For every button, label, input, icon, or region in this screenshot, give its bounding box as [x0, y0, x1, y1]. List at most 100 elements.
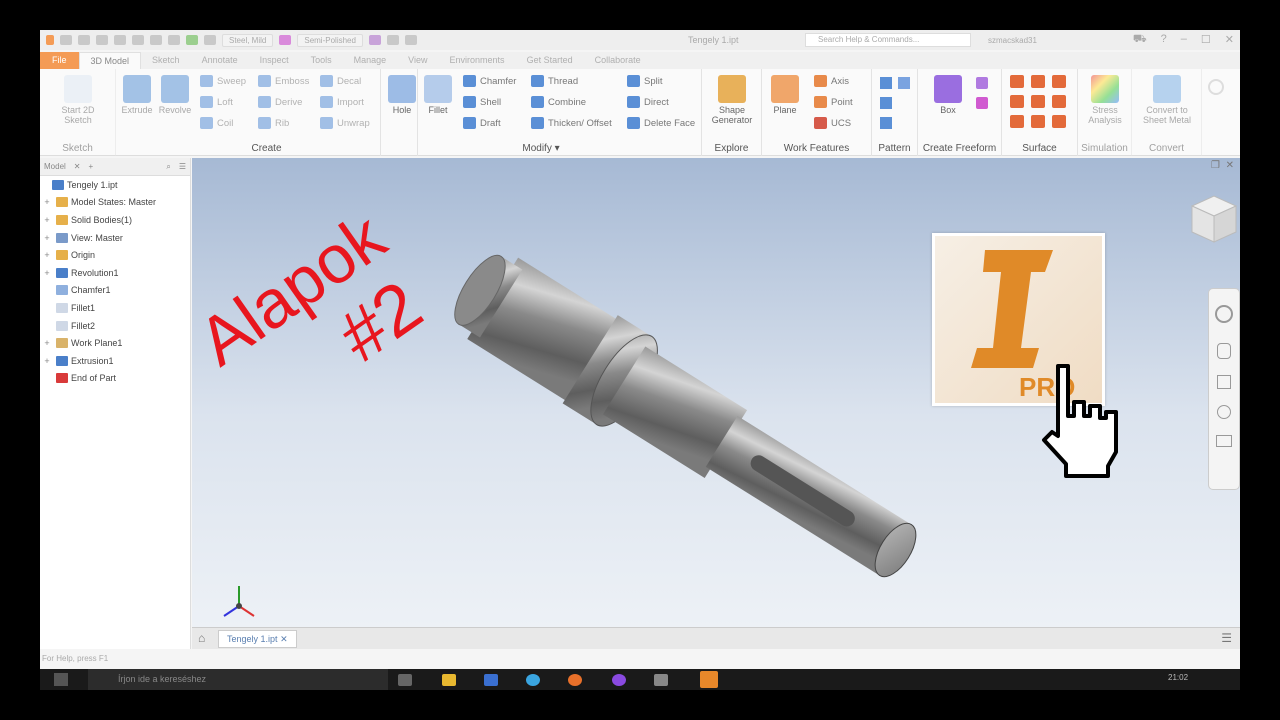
properties-icon[interactable]	[204, 35, 216, 45]
tab-collaborate[interactable]: Collaborate	[584, 52, 652, 69]
tab-sketch[interactable]: Sketch	[141, 52, 191, 69]
browser-node[interactable]: + Origin	[40, 246, 190, 264]
expand-icon[interactable]: +	[42, 197, 52, 207]
replace-face-icon[interactable]	[1031, 115, 1045, 128]
shape-generator-button[interactable]: Shape Generator	[706, 75, 758, 125]
firefox-icon[interactable]	[568, 674, 582, 686]
new-icon[interactable]	[60, 35, 72, 45]
tab-get-started[interactable]: Get Started	[516, 52, 584, 69]
expand-icon[interactable]: +	[42, 215, 52, 225]
plane-button[interactable]: Plane	[766, 75, 804, 115]
browser-node[interactable]: Chamfer1	[40, 282, 190, 300]
start-2d-sketch-button[interactable]: Start 2D Sketch	[50, 75, 106, 125]
tab-environments[interactable]: Environments	[439, 52, 516, 69]
sketch-pattern-icon[interactable]	[880, 117, 892, 129]
redo-icon[interactable]	[132, 35, 144, 45]
tab-3d-model[interactable]: 3D Model	[78, 51, 142, 70]
expand-icon[interactable]: +	[42, 356, 52, 366]
axis-button[interactable]: Axis	[814, 75, 849, 87]
look-at-icon[interactable]	[1216, 435, 1232, 447]
expand-icon[interactable]: +	[42, 250, 52, 260]
close-button[interactable]: ✕	[1225, 33, 1234, 47]
pan-icon[interactable]	[1217, 343, 1231, 359]
tab-tools[interactable]: Tools	[300, 52, 343, 69]
revolve-button[interactable]: Revolve	[156, 75, 194, 115]
expand-icon[interactable]: +	[42, 268, 52, 278]
extrude-button[interactable]: Extrude	[118, 75, 156, 115]
tab-inspect[interactable]: Inspect	[249, 52, 300, 69]
expand-icon[interactable]: +	[42, 233, 52, 243]
chamfer-button[interactable]: Chamfer	[463, 75, 516, 87]
freeform-sphere-icon[interactable]	[976, 97, 988, 109]
ruled-surface-icon[interactable]	[1052, 95, 1066, 108]
undo-icon[interactable]	[114, 35, 126, 45]
browser-node[interactable]: Fillet2	[40, 317, 190, 335]
taskbar-app-icon[interactable]	[654, 674, 668, 686]
home-icon[interactable]: ⌂	[198, 631, 205, 645]
menu-icon[interactable]: ☰	[179, 162, 186, 171]
derive-button[interactable]: Derive	[258, 96, 302, 108]
tabs-menu-icon[interactable]: ☰	[1221, 631, 1232, 645]
rectangular-pattern-icon[interactable]	[880, 77, 892, 89]
combine-button[interactable]: Combine	[531, 96, 586, 108]
stress-analysis-button[interactable]: Stress Analysis	[1080, 75, 1130, 125]
help-icon[interactable]: ?	[1161, 33, 1167, 47]
viewport-close-icon[interactable]: ✕	[1226, 160, 1234, 171]
minimize-button[interactable]: –	[1181, 33, 1187, 47]
select-icon[interactable]	[168, 35, 180, 45]
browser-node[interactable]: + Extrusion1	[40, 352, 190, 370]
ribbon-options-icon[interactable]	[1208, 79, 1224, 95]
browser-node[interactable]: + View: Master	[40, 229, 190, 247]
browser-node[interactable]: + Model States: Master	[40, 194, 190, 212]
import-button[interactable]: Import	[320, 96, 364, 108]
home-icon[interactable]	[150, 35, 162, 45]
freeform-cylinder-icon[interactable]	[976, 77, 988, 89]
stitch-icon[interactable]	[1010, 75, 1024, 88]
split-button[interactable]: Split	[627, 75, 662, 87]
fillet-button[interactable]: Fillet	[421, 75, 455, 115]
search-icon[interactable]: ⌕	[166, 162, 170, 172]
orbit-icon[interactable]	[1217, 405, 1231, 419]
messenger-icon[interactable]	[612, 674, 626, 686]
taskbar-search-input[interactable]: Írjon ide a kereséshez	[88, 669, 388, 690]
tab-view[interactable]: View	[397, 52, 438, 69]
view-cube-icon[interactable]	[1190, 195, 1238, 243]
repair-bodies-icon[interactable]	[1052, 115, 1066, 128]
extend-icon[interactable]	[1031, 95, 1045, 108]
fx-icon[interactable]	[404, 35, 417, 45]
boundary-patch-icon[interactable]	[1010, 115, 1024, 128]
browser-node[interactable]: Fillet1	[40, 299, 190, 317]
ucs-button[interactable]: UCS	[814, 117, 851, 129]
appearance-dropdown[interactable]: Semi-Polished	[297, 33, 363, 47]
loft-button[interactable]: Loft	[200, 96, 233, 108]
patch-icon[interactable]	[1052, 75, 1066, 88]
browser-tab-model[interactable]: Model	[44, 162, 66, 171]
store-icon[interactable]	[484, 674, 498, 686]
unwrap-button[interactable]: Unwrap	[320, 117, 370, 129]
help-search-input[interactable]: Search Help & Commands...	[805, 33, 971, 47]
mirror-icon[interactable]	[898, 77, 910, 89]
thicken-offset-button[interactable]: Thicken/ Offset	[531, 117, 612, 129]
update-icon[interactable]	[186, 35, 198, 45]
coil-button[interactable]: Coil	[200, 117, 233, 129]
file-explorer-icon[interactable]	[442, 674, 456, 686]
browser-node[interactable]: + Revolution1	[40, 264, 190, 282]
box-button[interactable]: Box	[928, 75, 968, 115]
browser-node[interactable]: + Work Plane1	[40, 334, 190, 352]
document-tab[interactable]: Tengely 1.ipt ✕	[218, 630, 297, 648]
shell-button[interactable]: Shell	[463, 96, 501, 108]
cart-icon[interactable]: ⛟	[1133, 33, 1147, 47]
app-menu-icon[interactable]	[46, 35, 54, 45]
draft-button[interactable]: Draft	[463, 117, 501, 129]
maximize-button[interactable]: ☐	[1201, 33, 1211, 47]
point-button[interactable]: Point	[814, 96, 853, 108]
close-icon[interactable]: ✕	[74, 162, 81, 171]
zoom-icon[interactable]	[1217, 375, 1231, 389]
direct-button[interactable]: Direct	[627, 96, 669, 108]
inventor-taskbar-icon[interactable]	[700, 671, 718, 688]
add-tab-icon[interactable]: +	[89, 162, 94, 171]
sculpt-icon[interactable]	[1031, 75, 1045, 88]
open-icon[interactable]	[78, 35, 90, 45]
thread-button[interactable]: Thread	[531, 75, 578, 87]
panel-label-modify[interactable]: Modify ▾	[381, 143, 701, 154]
